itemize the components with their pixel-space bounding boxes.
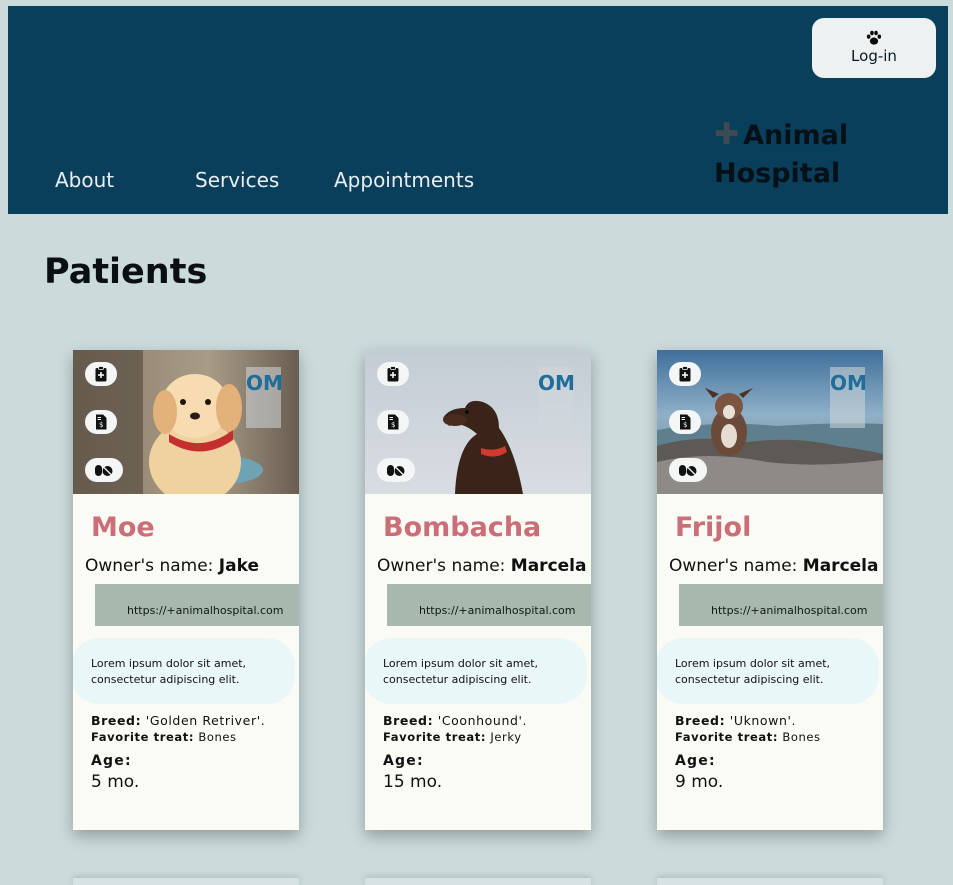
owner-initials-badge: OM [830, 367, 867, 428]
owner-label: Owner's name: [669, 556, 798, 576]
owner-label: Owner's name: [85, 556, 214, 576]
patient-card-next-row [657, 878, 883, 885]
medical-record-button[interactable] [85, 362, 117, 386]
site-header: Log-in About Services Appointments ✚ Anim… [8, 6, 948, 214]
treat-value: Bones [198, 730, 237, 744]
patient-card-moe: $ OM Moe Owner's name: Jake https://+ani… [73, 350, 299, 830]
nav-appointments[interactable]: Appointments [334, 168, 474, 192]
owner-initials-badge: OM [246, 367, 283, 428]
svg-text:$: $ [391, 421, 395, 429]
page-title: Patients [44, 252, 208, 292]
patient-card-next-row [365, 878, 591, 885]
nav-services[interactable]: Services [195, 168, 279, 192]
patient-card-bombacha: $ OM Bombacha Owner's name: Marcela http… [365, 350, 591, 830]
medical-record-button[interactable] [669, 362, 701, 386]
patient-card-frijol: $ OM Frijol Owner's name: Marcela https:… [657, 350, 883, 830]
pills-icon [387, 465, 405, 476]
pet-description: Lorem ipsum dolor sit amet, consectetur … [73, 638, 295, 704]
medication-button[interactable] [377, 458, 415, 482]
owner-name: Jake [218, 556, 259, 576]
invoice-dollar-icon: $ [96, 414, 107, 430]
brand-logo[interactable]: ✚ Animal Hospital [714, 116, 874, 193]
breed-label: Breed: [675, 713, 726, 728]
pet-description: Lorem ipsum dolor sit amet, consectetur … [365, 638, 587, 704]
clipboard-plus-icon [387, 366, 399, 382]
age-value: 15 mo. [383, 772, 443, 792]
pet-name: Bombacha [383, 512, 542, 543]
treat-label: Favorite treat: [91, 730, 195, 744]
age-value: 5 mo. [91, 772, 140, 792]
paw-icon [866, 30, 882, 45]
svg-text:$: $ [99, 421, 103, 429]
treat-label: Favorite treat: [383, 730, 487, 744]
age-label: Age: [91, 753, 132, 769]
brand-line1: Animal [743, 120, 849, 151]
patient-card-next-row [73, 878, 299, 885]
treat-value: Bones [782, 730, 821, 744]
invoice-button[interactable]: $ [377, 410, 409, 434]
invoice-button[interactable]: $ [669, 410, 701, 434]
hospital-link[interactable]: https://+animalhospital.com [95, 584, 299, 626]
treat-label: Favorite treat: [675, 730, 779, 744]
hospital-link[interactable]: https://+animalhospital.com [679, 584, 883, 626]
owner-name: Marcela [802, 556, 879, 576]
brand-line2: Hospital [714, 158, 841, 189]
treat-line: Favorite treat: Bones [91, 730, 237, 744]
invoice-dollar-icon: $ [680, 414, 691, 430]
login-button[interactable]: Log-in [812, 18, 936, 78]
treat-value: Jerky [490, 730, 522, 744]
breed-value: 'Coonhound'. [437, 713, 528, 728]
nav-about[interactable]: About [55, 168, 114, 192]
pet-name: Frijol [675, 512, 752, 543]
invoice-dollar-icon: $ [388, 414, 399, 430]
breed-line: Breed: 'Golden Retriver'. [91, 712, 265, 729]
breed-label: Breed: [383, 713, 434, 728]
medication-button[interactable] [669, 458, 707, 482]
owner-line: Owner's name: Marcela [377, 556, 586, 576]
owner-label: Owner's name: [377, 556, 506, 576]
breed-line: Breed: 'Coonhound'. [383, 712, 527, 729]
medication-button[interactable] [85, 458, 123, 482]
hospital-link[interactable]: https://+animalhospital.com [387, 584, 591, 626]
owner-line: Owner's name: Marcela [669, 556, 878, 576]
breed-label: Breed: [91, 713, 142, 728]
owner-line: Owner's name: Jake [85, 556, 259, 576]
medical-record-button[interactable] [377, 362, 409, 386]
owner-name: Marcela [510, 556, 587, 576]
pet-name: Moe [91, 512, 155, 543]
age-label: Age: [675, 753, 716, 769]
breed-value: 'Golden Retriver'. [145, 713, 266, 728]
treat-line: Favorite treat: Bones [675, 730, 821, 744]
breed-line: Breed: 'Uknown'. [675, 712, 796, 729]
pills-icon [95, 465, 113, 476]
breed-value: 'Uknown'. [729, 713, 797, 728]
pet-description: Lorem ipsum dolor sit amet, consectetur … [657, 638, 879, 704]
age-value: 9 mo. [675, 772, 724, 792]
age-label: Age: [383, 753, 424, 769]
invoice-button[interactable]: $ [85, 410, 117, 434]
owner-initials-badge: OM [538, 367, 575, 428]
svg-text:$: $ [683, 421, 687, 429]
plus-icon: ✚ [714, 117, 740, 152]
treat-line: Favorite treat: Jerky [383, 730, 522, 744]
login-label: Log-in [851, 47, 897, 65]
pills-icon [679, 465, 697, 476]
clipboard-plus-icon [95, 366, 107, 382]
clipboard-plus-icon [679, 366, 691, 382]
